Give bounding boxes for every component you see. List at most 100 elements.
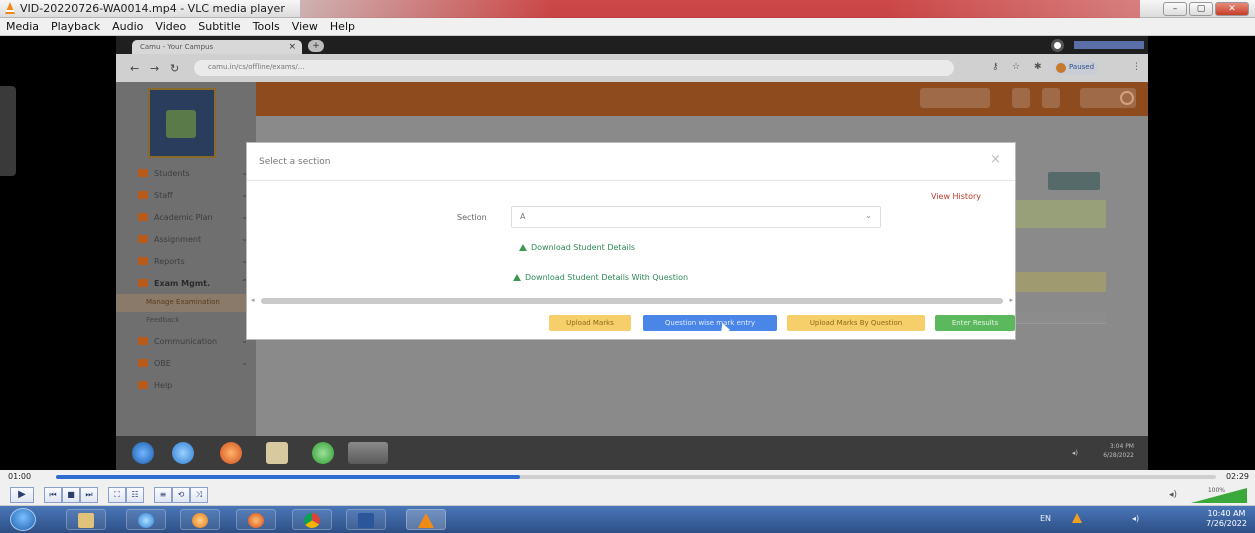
back-icon: ← [130, 62, 140, 75]
clock-date: 7/26/2022 [1205, 519, 1247, 528]
fullscreen-button[interactable]: ⛶ [108, 487, 126, 503]
language-indicator[interactable]: EN [1040, 514, 1051, 523]
menu-subtitle[interactable]: Subtitle [192, 20, 246, 33]
inner-taskbar: ◂) 3:04 PM 6/28/2022 [116, 436, 1148, 470]
system-clock[interactable]: 10:40 AM 7/26/2022 [1206, 509, 1247, 529]
sub-item-manage-examination: Manage Examination [116, 294, 256, 312]
reports-icon [138, 257, 148, 265]
upload-marks-button[interactable]: Upload Marks [549, 315, 631, 331]
speaker-icon[interactable]: ◂) [1169, 490, 1177, 500]
sidebar-item-students: Students ⌄ [116, 162, 256, 184]
close-button[interactable]: ✕ [1215, 2, 1249, 16]
menu-audio[interactable]: Audio [106, 20, 149, 33]
sidebar-item-exam-mgmt: Exam Mgmt. ⌃ [116, 272, 256, 294]
avatar [1056, 63, 1066, 73]
taskbar-vlc[interactable] [406, 509, 446, 530]
new-tab-icon: + [308, 40, 324, 52]
minimize-button[interactable]: – [1163, 2, 1187, 16]
select-section-modal: Select a section × View History Section … [246, 142, 1016, 340]
seek-slider[interactable] [56, 475, 1216, 479]
word-icon [358, 513, 374, 528]
enter-results-button[interactable]: Enter Results [935, 315, 1015, 331]
inner-clock: 3:04 PM 6/28/2022 [1103, 442, 1134, 460]
total-time: 02:29 [1225, 472, 1249, 481]
download-student-details-link[interactable]: Download Student Details [519, 243, 635, 252]
star-icon: ☆ [1012, 62, 1021, 72]
start-orb-icon [132, 442, 154, 464]
previous-button[interactable]: ⏮ [44, 487, 62, 503]
video-edge [0, 86, 16, 176]
sidebar-item-obe: OBE ⌄ [116, 352, 256, 374]
reload-icon: ↻ [170, 62, 180, 75]
menu-tools[interactable]: Tools [247, 20, 286, 33]
help-icon [138, 381, 148, 389]
sidebar-item-communication: Communication ⌄ [116, 330, 256, 352]
view-history-link[interactable]: View History [931, 192, 981, 201]
browser-addressbar: ← → ↻ camu.in/cs/offline/exams/... ⚷ ☆ ✱… [116, 54, 1148, 82]
volume-slider[interactable]: 100% [1181, 487, 1247, 503]
vlc-tray-icon[interactable] [1072, 513, 1082, 523]
sidebar-item-label: Help [154, 381, 173, 390]
sidebar-item-label: Communication [154, 337, 218, 346]
vlc-icon [418, 513, 434, 528]
taskbar-media[interactable] [180, 509, 220, 530]
menu-view[interactable]: View [286, 20, 324, 33]
stop-button[interactable]: ■ [62, 487, 80, 503]
kebab-icon: ⋮ [1132, 62, 1141, 72]
shuffle-button[interactable]: ⤨ [190, 487, 208, 503]
media-icon [192, 513, 208, 528]
assignment-icon [138, 235, 148, 243]
tab-title: Camu - Your Campus [140, 43, 214, 51]
page-panel [1010, 200, 1106, 228]
download-details-with-question-link[interactable]: Download Student Details With Question [513, 273, 688, 282]
horizontal-scrollbar[interactable]: ◂ ▸ [251, 296, 1013, 306]
section-select[interactable]: A ⌄ [511, 206, 881, 228]
start-button[interactable] [10, 508, 36, 531]
taskbar-chrome[interactable] [292, 509, 332, 530]
titlebar-highlight [300, 0, 1140, 18]
communication-icon [138, 337, 148, 345]
maximize-button[interactable]: ▢ [1189, 2, 1213, 16]
taskbar-word[interactable] [346, 509, 386, 530]
section-label: Section [457, 213, 487, 222]
upload-marks-by-question-button[interactable]: Upload Marks By Question [787, 315, 925, 331]
menu-help[interactable]: Help [324, 20, 361, 33]
page-action-button [1048, 172, 1100, 190]
inner-date: 6/28/2022 [1103, 452, 1134, 459]
sidebar-item-label: Exam Mgmt. [154, 279, 211, 288]
firefox-icon [248, 513, 264, 528]
menu-media[interactable]: Media [0, 20, 45, 33]
menubar: Media Playback Audio Video Subtitle Tool… [0, 18, 1255, 36]
volume-tray-icon[interactable]: ◂) [1132, 514, 1139, 523]
vlc-icon [5, 2, 15, 14]
taskbar-explorer[interactable] [66, 509, 106, 530]
scroll-track [261, 298, 1003, 304]
question-wise-mark-entry-button[interactable]: Question wise mark entry [643, 315, 777, 331]
play-button[interactable]: ▶ [10, 487, 34, 503]
next-button[interactable]: ⏭ [80, 487, 98, 503]
download-icon [513, 274, 521, 281]
clock-time: 10:40 AM [1207, 509, 1246, 518]
loop-button[interactable]: ⟲ [172, 487, 190, 503]
scroll-right-icon: ▸ [1009, 296, 1013, 304]
taskbar-firefox[interactable] [236, 509, 276, 530]
menu-video[interactable]: Video [149, 20, 192, 33]
ie-icon [138, 513, 154, 528]
sidebar-item-label: Students [154, 169, 190, 178]
sidebar-item-label: Staff [154, 191, 173, 200]
scroll-left-icon: ◂ [251, 296, 255, 304]
menu-playback[interactable]: Playback [45, 20, 106, 33]
header-search-box [920, 88, 990, 108]
key-icon: ⚷ [992, 62, 999, 72]
exam-icon [138, 279, 148, 287]
section-value: A [520, 212, 526, 221]
extended-settings-button[interactable]: ☷ [126, 487, 144, 503]
page-panel [1010, 272, 1106, 292]
modal-header: Select a section × [247, 143, 1015, 181]
folder-icon [78, 513, 94, 528]
video-area[interactable]: Camu - Your Campus × + ← → ↻ camu.in/cs/… [0, 36, 1255, 470]
taskbar-ie[interactable] [126, 509, 166, 530]
close-icon[interactable]: × [990, 152, 1001, 167]
playlist-button[interactable]: ≡ [154, 487, 172, 503]
header-notification-icon [1042, 88, 1060, 108]
